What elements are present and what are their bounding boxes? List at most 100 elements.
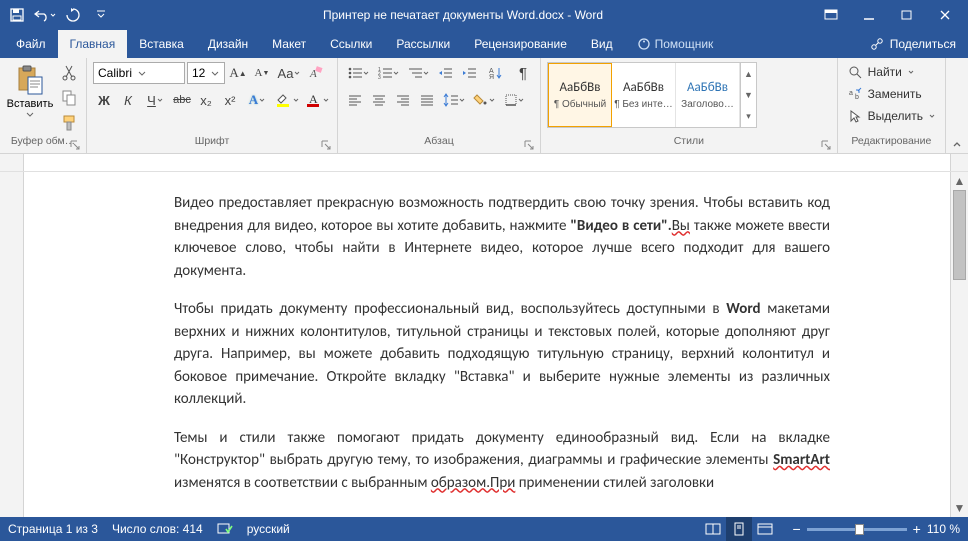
line-spacing-icon[interactable] — [440, 89, 468, 111]
bullets-icon[interactable] — [344, 62, 372, 84]
multilevel-list-icon[interactable] — [404, 62, 432, 84]
status-bar: Страница 1 из 3 Число слов: 414 русский … — [0, 517, 968, 541]
style-preview: АаБбВв — [623, 80, 664, 95]
highlight-color-icon[interactable] — [273, 89, 301, 111]
cursor-icon — [848, 109, 862, 123]
page-indicator[interactable]: Страница 1 из 3 — [8, 522, 98, 536]
dialog-launcher-icon[interactable] — [321, 140, 331, 150]
gallery-down-icon[interactable]: ▼ — [741, 84, 756, 105]
collapse-ribbon-icon[interactable] — [946, 58, 968, 153]
tab-insert[interactable]: Вставка — [127, 30, 196, 58]
zoom-value[interactable]: 110 % — [927, 522, 960, 536]
svg-text:Я: Я — [489, 74, 494, 80]
subscript-button[interactable]: x₂ — [195, 89, 217, 111]
paste-button[interactable]: Вставить — [6, 62, 54, 117]
select-button[interactable]: Выделить — [844, 106, 939, 126]
copy-icon[interactable] — [58, 87, 80, 109]
read-mode-icon[interactable] — [700, 517, 726, 541]
font-name-combo[interactable]: Calibri — [93, 62, 185, 84]
style-preview: АаБбВ⁠в — [687, 80, 728, 95]
grow-font-icon[interactable]: A▲ — [227, 62, 249, 84]
paragraph[interactable]: Чтобы придать документу профессиональный… — [174, 298, 830, 411]
redo-icon[interactable] — [60, 2, 86, 28]
paragraph[interactable]: Видео предоставляет прекрасную возможнос… — [174, 192, 830, 282]
change-case-icon[interactable]: Aa — [275, 62, 303, 84]
zoom-in-icon[interactable]: + — [913, 521, 921, 537]
tab-layout[interactable]: Макет — [260, 30, 318, 58]
word-count[interactable]: Число слов: 414 — [112, 522, 203, 536]
superscript-button[interactable]: x² — [219, 89, 241, 111]
cut-icon[interactable] — [58, 62, 80, 84]
style-heading1[interactable]: АаБбВ⁠в Заголово… — [676, 63, 740, 127]
font-color-icon[interactable]: A — [303, 89, 331, 111]
maximize-icon[interactable] — [888, 0, 926, 30]
tell-me[interactable]: Помощник — [625, 30, 726, 58]
style-no-spacing[interactable]: АаБбВв ¶ Без инте… — [612, 63, 676, 127]
clear-formatting-icon[interactable]: A — [305, 62, 327, 84]
shading-icon[interactable] — [470, 89, 498, 111]
web-layout-icon[interactable] — [752, 517, 778, 541]
tab-home[interactable]: Главная — [58, 30, 128, 58]
tab-design[interactable]: Дизайн — [196, 30, 260, 58]
zoom-out-icon[interactable]: − — [792, 521, 800, 537]
group-editing-label: Редактирование — [851, 135, 931, 147]
vertical-ruler[interactable] — [0, 172, 24, 517]
dialog-launcher-icon[interactable] — [821, 140, 831, 150]
justify-icon[interactable] — [416, 89, 438, 111]
spellcheck-icon[interactable] — [217, 522, 233, 536]
dialog-launcher-icon[interactable] — [70, 140, 80, 150]
print-layout-icon[interactable] — [726, 517, 752, 541]
italic-button[interactable]: К — [117, 89, 139, 111]
tab-mailings[interactable]: Рассылки — [384, 30, 462, 58]
gallery-up-icon[interactable]: ▲ — [741, 63, 756, 84]
paragraph[interactable]: Темы и стили также помогают придать доку… — [174, 427, 830, 495]
language-indicator[interactable]: русский — [247, 522, 290, 536]
tab-file[interactable]: Файл — [4, 30, 58, 58]
tab-references[interactable]: Ссылки — [318, 30, 384, 58]
increase-indent-icon[interactable] — [458, 62, 480, 84]
save-icon[interactable] — [4, 2, 30, 28]
qat-customize-icon[interactable] — [88, 2, 114, 28]
chevron-down-icon — [26, 112, 34, 117]
bold-button[interactable]: Ж — [93, 89, 115, 111]
text-effects-icon[interactable]: A — [243, 89, 271, 111]
close-icon[interactable] — [926, 0, 964, 30]
sort-icon[interactable]: AЯ — [482, 62, 510, 84]
group-font: Calibri 12 A▲ A▼ Aa A Ж К Ч abc x₂ x² A … — [87, 58, 338, 153]
align-left-icon[interactable] — [344, 89, 366, 111]
ribbon-display-options-icon[interactable] — [812, 0, 850, 30]
show-marks-icon[interactable]: ¶ — [512, 62, 534, 84]
share-button[interactable]: Поделиться — [858, 30, 968, 58]
minimize-icon[interactable] — [850, 0, 888, 30]
decrease-indent-icon[interactable] — [434, 62, 456, 84]
shrink-font-icon[interactable]: A▼ — [251, 62, 273, 84]
replace-button[interactable]: abЗаменить — [844, 84, 939, 104]
numbering-icon[interactable]: 123 — [374, 62, 402, 84]
zoom-slider[interactable] — [807, 528, 907, 531]
zoom-knob[interactable] — [855, 524, 864, 535]
tab-view[interactable]: Вид — [579, 30, 625, 58]
scroll-thumb[interactable] — [953, 190, 966, 280]
dialog-launcher-icon[interactable] — [524, 140, 534, 150]
gallery-more-icon[interactable]: ▾ — [741, 106, 756, 127]
underline-button[interactable]: Ч — [141, 89, 169, 111]
tab-review[interactable]: Рецензирование — [462, 30, 579, 58]
chevron-down-icon — [138, 71, 146, 76]
format-painter-icon[interactable] — [58, 112, 80, 134]
document-page[interactable]: Видео предоставляет прекрасную возможнос… — [24, 172, 950, 517]
scroll-up-icon[interactable]: ▲ — [951, 172, 968, 190]
scroll-down-icon[interactable]: ▼ — [951, 499, 968, 517]
align-right-icon[interactable] — [392, 89, 414, 111]
chevron-down-icon — [908, 70, 914, 74]
share-label: Поделиться — [890, 37, 956, 51]
style-normal[interactable]: АаБбВв ¶ Обычный — [548, 63, 612, 127]
strikethrough-button[interactable]: abc — [171, 89, 193, 111]
styles-gallery[interactable]: АаБбВв ¶ Обычный АаБбВв ¶ Без инте… АаБб… — [547, 62, 757, 128]
undo-icon[interactable] — [32, 2, 58, 28]
horizontal-ruler[interactable] — [24, 154, 950, 171]
font-size-combo[interactable]: 12 — [187, 62, 225, 84]
find-button[interactable]: Найти — [844, 62, 939, 82]
vertical-scrollbar[interactable]: ▲ ▼ — [950, 172, 968, 517]
align-center-icon[interactable] — [368, 89, 390, 111]
borders-icon[interactable] — [500, 89, 528, 111]
